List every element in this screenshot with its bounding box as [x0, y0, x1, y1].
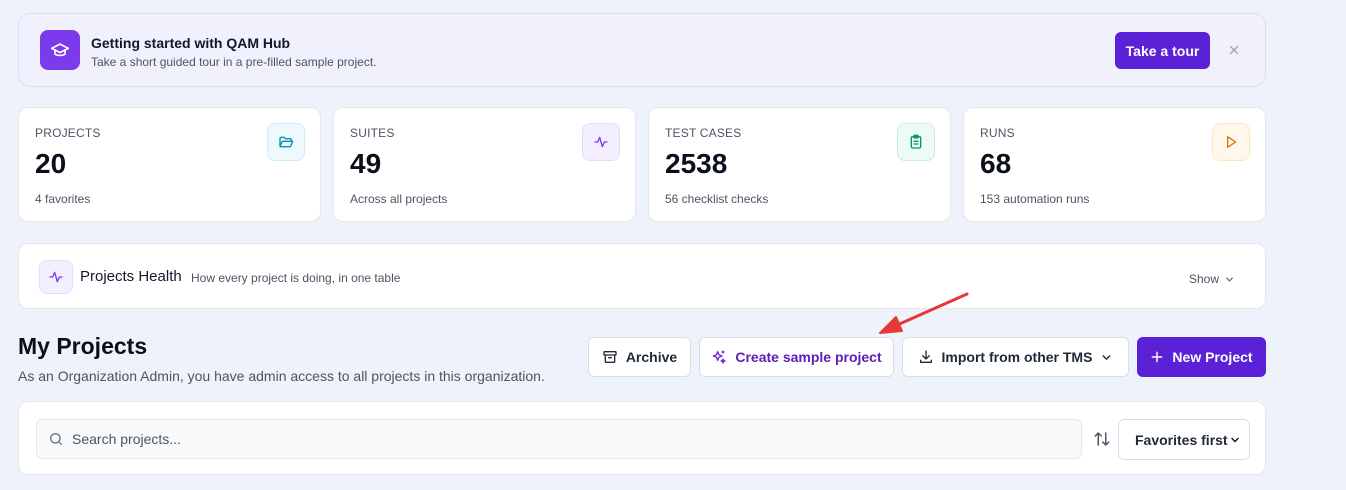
annotation-arrow [879, 292, 969, 334]
